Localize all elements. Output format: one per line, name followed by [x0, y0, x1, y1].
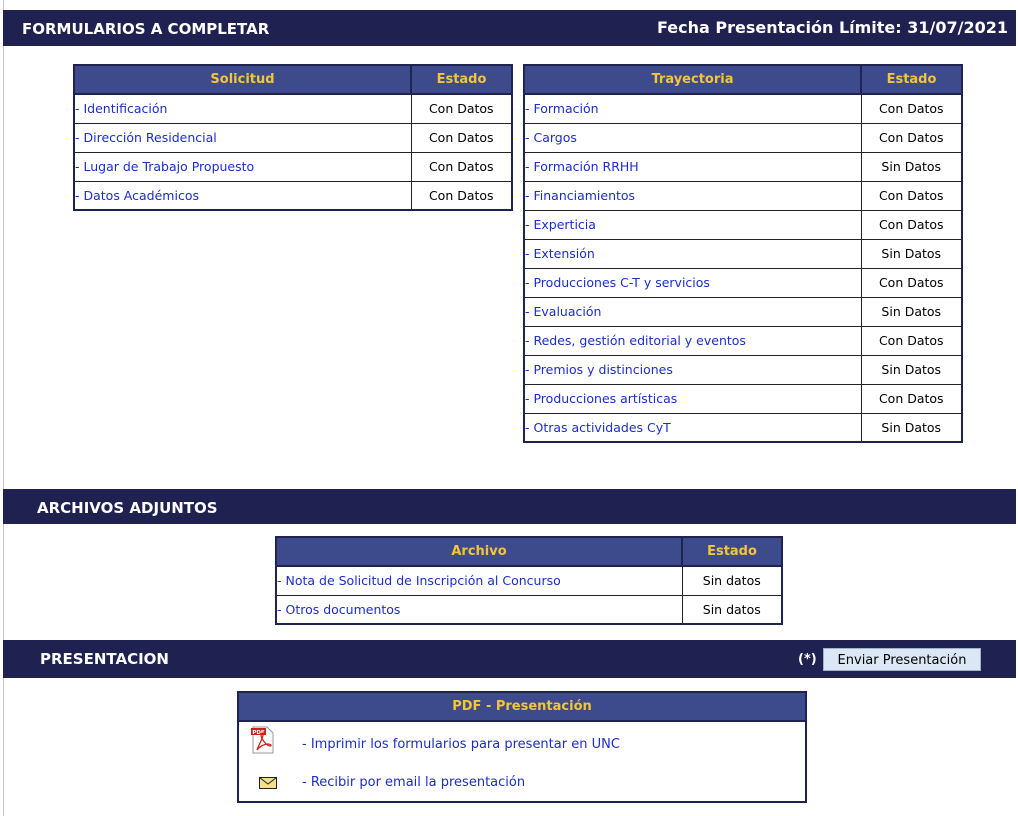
row-status: Con Datos [860, 209, 963, 240]
print-forms-link[interactable]: - Imprimir los formularios para presenta… [302, 737, 620, 752]
archivo-header: Archivo [275, 536, 683, 567]
row-status: Sin datos [681, 565, 783, 596]
required-asterisk: (*) [798, 652, 817, 667]
row-link[interactable]: - Datos Académicos [73, 180, 412, 211]
table-row: - Otros documentos Sin datos [275, 594, 783, 625]
table-row: - Dirección Residencial Con Datos [73, 122, 513, 153]
table-row: - Datos Académicos Con Datos [73, 180, 513, 211]
trayectoria-estado-header: Estado [860, 64, 963, 95]
row-status: Con Datos [860, 122, 963, 153]
table-row: - Lugar de Trabajo Propuesto Con Datos [73, 151, 513, 182]
row-status: Con Datos [860, 180, 963, 211]
archivo-estado-header: Estado [681, 536, 783, 567]
table-row: - Cargos Con Datos [523, 122, 963, 153]
row-status: Con Datos [410, 93, 513, 124]
presentacion-title: PRESENTACION [40, 650, 169, 668]
solicitud-table: Solicitud Estado - Identificación Con Dat… [73, 64, 513, 211]
table-row: - Nota de Solicitud de Inscripción al Co… [275, 565, 783, 596]
pdf-presentacion-box: PDF - Presentación PDF - Imprimir los fo… [237, 691, 807, 803]
row-link[interactable]: - Dirección Residencial [73, 122, 412, 153]
table-row: - Producciones C-T y servicios Con Datos [523, 267, 963, 298]
solicitud-estado-header: Estado [410, 64, 513, 95]
row-link[interactable]: - Identificación [73, 93, 412, 124]
table-row: - Redes, gestión editorial y eventos Con … [523, 325, 963, 356]
table-row: - Experticia Con Datos [523, 209, 963, 240]
row-link[interactable]: - Cargos [523, 122, 862, 153]
archivos-title: ARCHIVOS ADJUNTOS [37, 499, 218, 517]
row-status: Sin Datos [860, 151, 963, 182]
row-link[interactable]: - Experticia [523, 209, 862, 240]
mail-icon[interactable] [259, 777, 277, 789]
row-link[interactable]: - Evaluación [523, 296, 862, 327]
row-link[interactable]: - Nota de Solicitud de Inscripción al Co… [275, 565, 683, 596]
email-presentation-link[interactable]: - Recibir por email la presentación [302, 775, 525, 790]
row-link[interactable]: - Otras actividades CyT [523, 412, 862, 443]
table-row: - Financiamientos Con Datos [523, 180, 963, 211]
row-status: Sin Datos [860, 238, 963, 269]
row-status: Sin Datos [860, 296, 963, 327]
table-row: - Premios y distinciones Sin Datos [523, 354, 963, 385]
pdf-presentacion-title: PDF - Presentación [239, 693, 805, 722]
row-link[interactable]: - Producciones artísticas [523, 383, 862, 414]
row-link[interactable]: - Otros documentos [275, 594, 683, 625]
table-row: - Evaluación Sin Datos [523, 296, 963, 327]
deadline-label: Fecha Presentación Límite: 31/07/2021 [656, 18, 1008, 37]
trayectoria-table: Trayectoria Estado - Formación Con Datos -… [523, 64, 963, 443]
table-row: - Otras actividades CyT Sin Datos [523, 412, 963, 443]
row-status: Sin datos [681, 594, 783, 625]
row-status: Con Datos [410, 122, 513, 153]
table-row: - Formación RRHH Sin Datos [523, 151, 963, 182]
row-link[interactable]: - Producciones C-T y servicios [523, 267, 862, 298]
row-status: Sin Datos [860, 354, 963, 385]
pdf-icon[interactable]: PDF [251, 726, 275, 754]
row-status: Sin Datos [860, 412, 963, 443]
row-status: Con Datos [860, 325, 963, 356]
table-row: - Identificación Con Datos [73, 93, 513, 124]
archivos-header-bar: ARCHIVOS ADJUNTOS [3, 489, 1016, 524]
table-row: - Formación Con Datos [523, 93, 963, 124]
row-link[interactable]: - Premios y distinciones [523, 354, 862, 385]
row-status: Con Datos [860, 267, 963, 298]
row-status: Con Datos [410, 151, 513, 182]
row-link[interactable]: - Lugar de Trabajo Propuesto [73, 151, 412, 182]
row-status: Con Datos [860, 93, 963, 124]
solicitud-header: Solicitud [73, 64, 412, 95]
forms-header-bar: FORMULARIOS A COMPLETAR Fecha Presentaci… [3, 10, 1016, 46]
row-link[interactable]: - Formación RRHH [523, 151, 862, 182]
row-status: Con Datos [410, 180, 513, 211]
presentacion-header-bar: PRESENTACION (*) Enviar Presentación [3, 640, 1016, 678]
forms-title: FORMULARIOS A COMPLETAR [22, 20, 270, 38]
table-row: - Extensión Sin Datos [523, 238, 963, 269]
enviar-presentacion-button[interactable]: Enviar Presentación [823, 648, 981, 671]
archivos-table: Archivo Estado - Nota de Solicitud de In… [275, 536, 783, 625]
row-link[interactable]: - Redes, gestión editorial y eventos [523, 325, 862, 356]
trayectoria-header: Trayectoria [523, 64, 862, 95]
row-link[interactable]: - Formación [523, 93, 862, 124]
table-row: - Producciones artísticas Con Datos [523, 383, 963, 414]
row-link[interactable]: - Extensión [523, 238, 862, 269]
row-link[interactable]: - Financiamientos [523, 180, 862, 211]
row-status: Con Datos [860, 383, 963, 414]
